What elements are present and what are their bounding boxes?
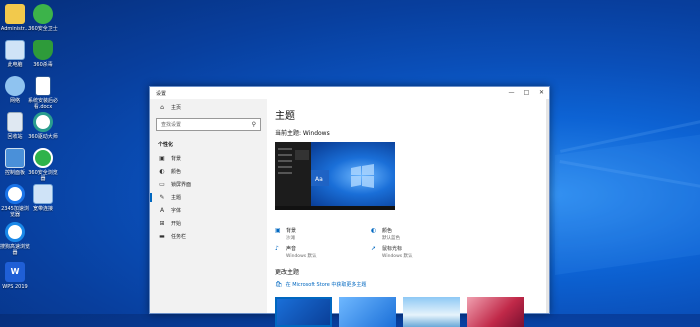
sidebar-item-label: 主题 bbox=[171, 195, 182, 201]
store-link-label: 在 Microsoft Store 中获取更多主题 bbox=[285, 282, 367, 288]
palette-icon: ◐ bbox=[371, 227, 377, 234]
palette-icon: ◐ bbox=[159, 168, 165, 175]
sidebar-item-label: 背景 bbox=[171, 156, 182, 162]
setting-sound[interactable]: ♪ 声音 Windows 默认 bbox=[275, 245, 317, 259]
theme-preview-image: Aa bbox=[275, 142, 395, 210]
setting-name: 背景 bbox=[286, 228, 297, 234]
desktop-icon-sogou-browser[interactable]: 搜狗高速浏览器 bbox=[0, 222, 30, 256]
picture-icon: ▣ bbox=[159, 155, 165, 162]
network-globe-icon bbox=[5, 76, 25, 96]
desktop-icon-broadband[interactable]: 宽带连接 bbox=[28, 184, 58, 212]
desktop-icon-360-antivirus[interactable]: 360杀毒 bbox=[28, 40, 58, 68]
setting-background[interactable]: ▣ 背景 沙滩 bbox=[275, 227, 296, 241]
maximize-button[interactable]: □ bbox=[519, 87, 534, 99]
wallpaper-beam bbox=[555, 133, 700, 275]
desktop-icon-control-panel[interactable]: 控制面板 bbox=[0, 148, 30, 176]
360-driver-icon bbox=[33, 112, 53, 132]
sidebar-home[interactable]: ⌂ 主页 bbox=[150, 101, 267, 114]
desktop-icon-360-safe[interactable]: 360安全卫士 bbox=[28, 4, 58, 32]
computer-icon bbox=[5, 40, 25, 60]
sidebar-item-label: 锁屏界面 bbox=[171, 182, 192, 188]
control-panel-icon bbox=[5, 148, 25, 168]
theme-thumbnail-flowers[interactable] bbox=[467, 297, 524, 327]
sogou-browser-icon bbox=[5, 222, 25, 242]
window-title: 设置 bbox=[156, 90, 167, 97]
settings-sidebar: ⌂ 主页 查找设置 ⚲ 个性化 ▣ 背景 ◐ 颜色 ▭ 锁屏界面 ✎ 主题 A … bbox=[150, 99, 267, 313]
sidebar-item-fonts[interactable]: A 字体 bbox=[150, 204, 267, 217]
sidebar-item-background[interactable]: ▣ 背景 bbox=[150, 152, 267, 165]
taskbar-icon: ▬ bbox=[159, 233, 165, 240]
settings-window: 设置 — □ ✕ ⌂ 主页 查找设置 ⚲ 个性化 ▣ 背景 ◐ 颜色 ▭ 锁屏界… bbox=[149, 86, 550, 327]
desktop-icon-network[interactable]: 网络 bbox=[0, 76, 30, 104]
setting-name: 声音 bbox=[286, 246, 297, 252]
store-bag-icon: 🛍 bbox=[275, 281, 283, 288]
desktop-icon-360-browser[interactable]: 360安全浏览器 bbox=[28, 148, 58, 182]
svg-text:Aa: Aa bbox=[315, 176, 323, 183]
setting-color[interactable]: ◐ 颜色 默认蓝色 bbox=[371, 227, 400, 241]
store-link[interactable]: 🛍 在 Microsoft Store 中获取更多主题 bbox=[275, 281, 366, 288]
setting-name: 鼠标光标 bbox=[382, 246, 403, 252]
setting-value: Windows 默认 bbox=[286, 254, 317, 259]
brush-icon: ✎ bbox=[159, 194, 165, 201]
desktop-icon-admin[interactable]: Administr... bbox=[0, 4, 30, 32]
recycle-bin-icon bbox=[7, 112, 23, 132]
scrollbar[interactable] bbox=[546, 99, 549, 313]
settings-main: 主题 当前主题: Windows Aa ▣ 背景 沙滩 ◐ 颜色 默认蓝色 ♪ … bbox=[267, 99, 549, 327]
desktop-icon-360-driver[interactable]: 360驱动大师 bbox=[28, 112, 58, 140]
search-icon: ⚲ bbox=[251, 121, 256, 128]
word-document-icon bbox=[35, 76, 51, 96]
current-theme-label: 当前主题: Windows bbox=[275, 130, 330, 137]
sidebar-item-label: 字体 bbox=[171, 208, 182, 214]
user-folder-icon bbox=[5, 4, 25, 24]
title-bar[interactable]: 设置 — □ ✕ bbox=[150, 87, 549, 99]
theme-preview: Aa bbox=[275, 142, 395, 210]
speaker-icon: ♪ bbox=[275, 245, 279, 252]
desktop-icon-this-pc[interactable]: 此电脑 bbox=[0, 40, 30, 68]
2345-browser-icon bbox=[5, 184, 25, 204]
360-browser-icon bbox=[33, 148, 53, 168]
change-theme-heading: 更改主题 bbox=[275, 269, 300, 276]
setting-name: 颜色 bbox=[382, 228, 393, 234]
font-icon: A bbox=[159, 207, 165, 214]
home-icon: ⌂ bbox=[160, 104, 164, 111]
wps-icon: W bbox=[5, 262, 25, 282]
sidebar-item-label: 任务栏 bbox=[171, 234, 187, 240]
close-button[interactable]: ✕ bbox=[534, 87, 549, 99]
sidebar-item-taskbar[interactable]: ▬ 任务栏 bbox=[150, 230, 267, 243]
desktop-icon-recycle-bin[interactable]: 回收站 bbox=[0, 112, 30, 140]
sidebar-item-label: 开始 bbox=[171, 221, 182, 227]
minimize-button[interactable]: — bbox=[504, 87, 519, 99]
360-safe-icon bbox=[33, 4, 53, 24]
shield-icon bbox=[33, 40, 53, 60]
page-title: 主题 bbox=[275, 111, 295, 122]
desktop-icon-docx[interactable]: 系统安装后必看.docx bbox=[28, 76, 58, 110]
setting-value: Windows 默认 bbox=[382, 254, 413, 259]
start-grid-icon: ⊞ bbox=[159, 220, 165, 227]
sidebar-item-start[interactable]: ⊞ 开始 bbox=[150, 217, 267, 230]
setting-value: 沙滩 bbox=[286, 236, 295, 241]
setting-mouse-cursor[interactable]: ➚ 鼠标光标 Windows 默认 bbox=[371, 245, 413, 259]
cursor-icon: ➚ bbox=[371, 245, 377, 252]
setting-value: 默认蓝色 bbox=[382, 236, 400, 241]
theme-thumbnail-windows-light[interactable] bbox=[339, 297, 396, 327]
theme-thumbnail-windows[interactable] bbox=[275, 297, 332, 327]
theme-thumbnail-sky[interactable] bbox=[403, 297, 460, 327]
picture-icon: ▣ bbox=[275, 227, 281, 234]
sidebar-home-label: 主页 bbox=[171, 105, 182, 111]
broadband-connection-icon bbox=[33, 184, 53, 204]
sidebar-item-lock-screen[interactable]: ▭ 锁屏界面 bbox=[150, 178, 267, 191]
search-input[interactable]: 查找设置 ⚲ bbox=[156, 118, 261, 131]
sidebar-item-themes[interactable]: ✎ 主题 bbox=[150, 191, 267, 204]
sidebar-section-title: 个性化 bbox=[158, 142, 174, 148]
desktop-icon-2345-browser[interactable]: 2345加速浏览器 bbox=[0, 184, 30, 218]
search-placeholder: 查找设置 bbox=[161, 122, 182, 128]
desktop-icon-wps[interactable]: W WPS 2019 bbox=[0, 262, 30, 290]
sidebar-item-label: 颜色 bbox=[171, 169, 182, 175]
monitor-icon: ▭ bbox=[159, 181, 165, 188]
window-controls: — □ ✕ bbox=[504, 87, 549, 99]
sidebar-item-colors[interactable]: ◐ 颜色 bbox=[150, 165, 267, 178]
